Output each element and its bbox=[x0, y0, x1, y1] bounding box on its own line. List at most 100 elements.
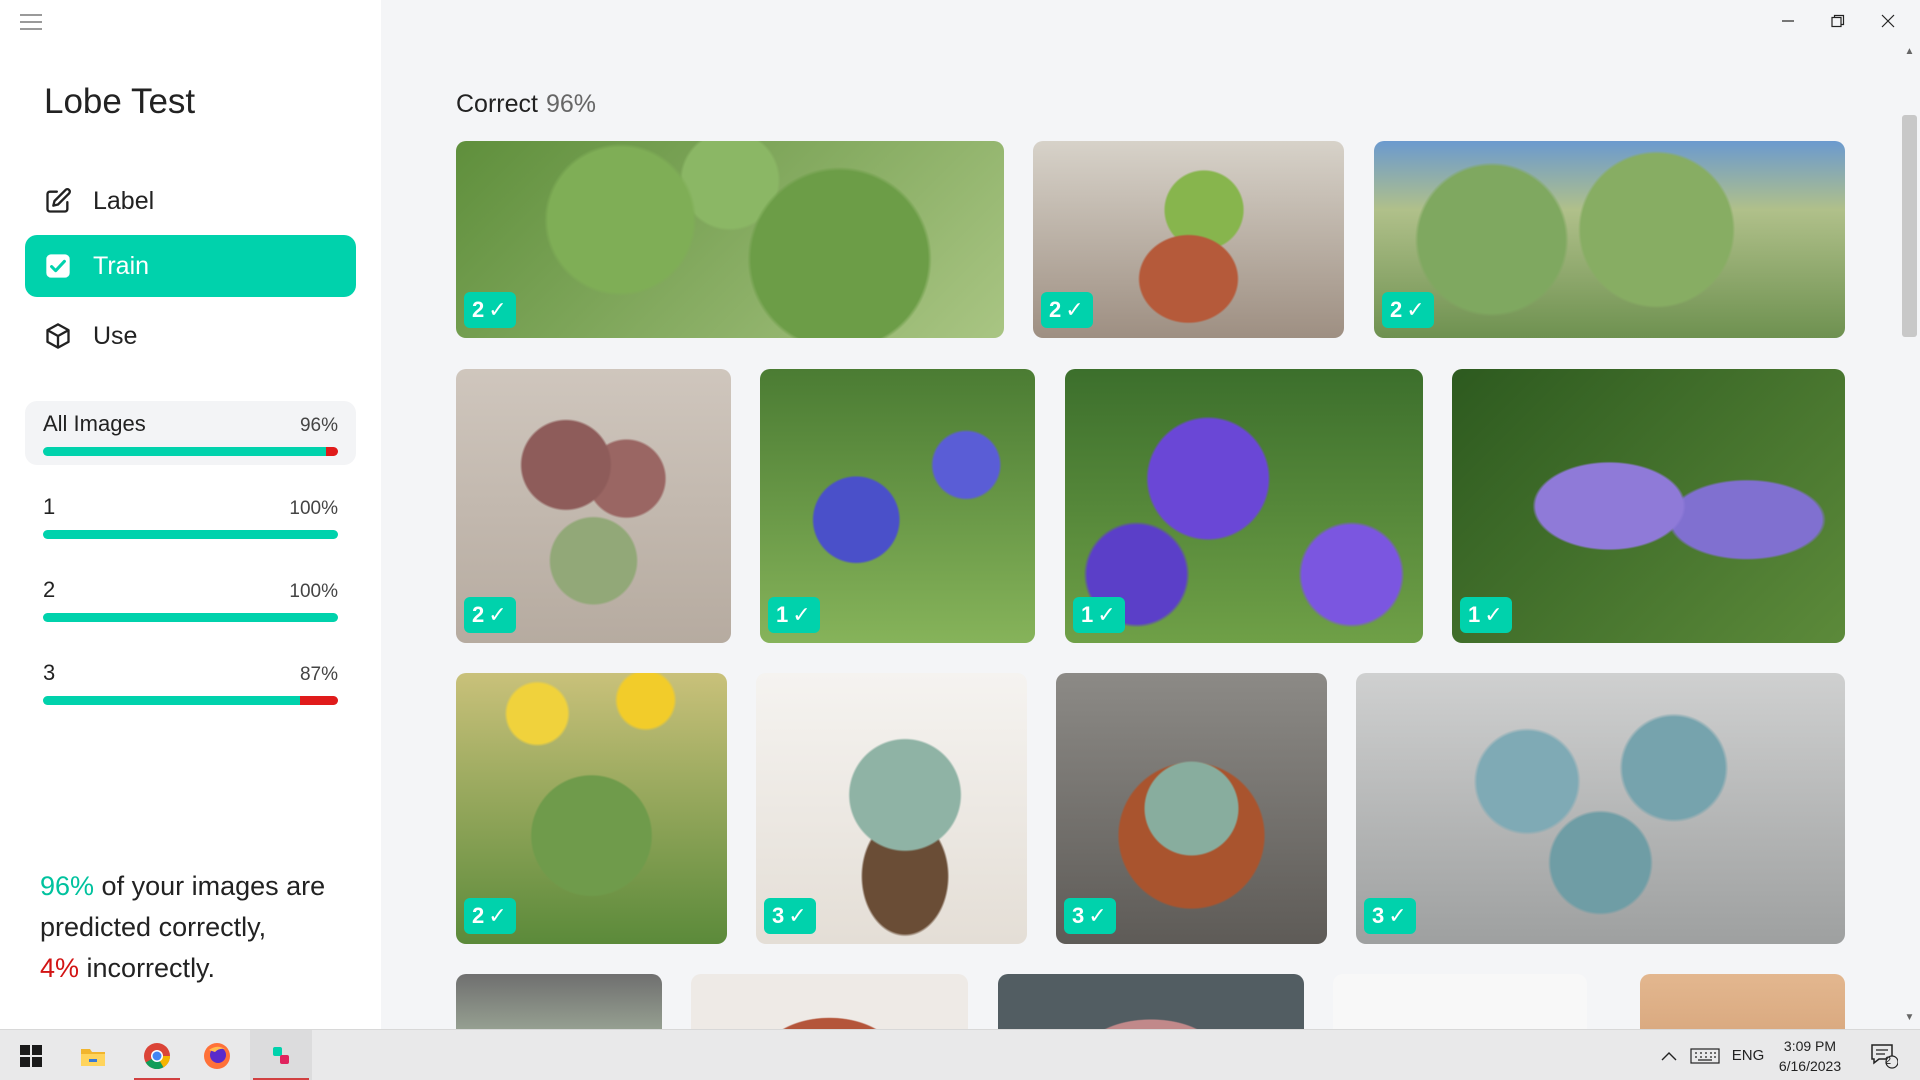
prediction-badge: 2 ✓ bbox=[464, 898, 516, 934]
image-thumbnail[interactable]: 2 ✓ bbox=[456, 673, 727, 944]
hamburger-menu-icon[interactable] bbox=[20, 14, 42, 32]
stat-percent: 100% bbox=[289, 498, 338, 519]
summary-incorrect-text: incorrectly. bbox=[79, 953, 216, 983]
nav-item-use[interactable]: Use bbox=[25, 305, 356, 367]
prediction-badge: 1 ✓ bbox=[1460, 597, 1512, 633]
accuracy-bar bbox=[43, 613, 338, 622]
image-thumbnail[interactable] bbox=[1333, 974, 1587, 1029]
main-panel: Correct 96% 2 ✓ 2 ✓ 2 ✓ 2 ✓ 1 ✓ 1 ✓ 1 ✓ 2 ✓ 3 ✓ 3 ✓… bbox=[381, 0, 1920, 1029]
edit-icon bbox=[43, 186, 73, 216]
prediction-badge: 3 ✓ bbox=[764, 898, 816, 934]
stat-name: 2 bbox=[43, 577, 56, 602]
image-thumbnail[interactable]: 1 ✓ bbox=[760, 369, 1035, 643]
accuracy-bar bbox=[43, 696, 338, 705]
nav-label: Use bbox=[93, 321, 138, 350]
prediction-badge: 2 ✓ bbox=[464, 292, 516, 328]
check-icon: ✓ bbox=[1088, 903, 1107, 928]
scroll-up-icon[interactable]: ▲ bbox=[1902, 44, 1917, 58]
nav-item-train[interactable]: Train bbox=[25, 235, 356, 297]
image-thumbnail[interactable]: 2 ✓ bbox=[456, 141, 1004, 338]
accuracy-bar bbox=[43, 530, 338, 539]
prediction-badge: 2 ✓ bbox=[1382, 292, 1434, 328]
lobe-icon[interactable] bbox=[250, 1030, 312, 1080]
notifications-icon[interactable]: 2 bbox=[1864, 1030, 1904, 1080]
check-icon: ✓ bbox=[488, 297, 507, 322]
file-explorer-icon[interactable] bbox=[70, 1030, 116, 1080]
image-thumbnail[interactable] bbox=[1640, 974, 1845, 1029]
check-icon: ✓ bbox=[488, 602, 507, 627]
badge-label: 3 bbox=[772, 903, 785, 928]
badge-label: 1 bbox=[776, 602, 789, 627]
nav-label: Train bbox=[93, 251, 150, 280]
image-thumbnail[interactable] bbox=[456, 974, 662, 1029]
correct-fill bbox=[43, 696, 300, 705]
image-thumbnail[interactable]: 2 ✓ bbox=[1374, 141, 1845, 338]
image-thumbnail[interactable]: 3 ✓ bbox=[1056, 673, 1327, 944]
prediction-badge: 3 ✓ bbox=[1064, 898, 1116, 934]
stat-percent: 100% bbox=[289, 581, 338, 602]
restore-button[interactable] bbox=[1815, 6, 1861, 36]
incorrect-percent: 4% bbox=[40, 953, 80, 983]
badge-label: 2 bbox=[472, 602, 485, 627]
correct-fill bbox=[43, 447, 327, 456]
image-thumbnail[interactable]: 2 ✓ bbox=[1033, 141, 1344, 338]
image-thumbnail[interactable]: 3 ✓ bbox=[1356, 673, 1845, 944]
accuracy-bar bbox=[43, 447, 338, 456]
image-thumbnail[interactable] bbox=[998, 974, 1304, 1029]
section-percent: 96% bbox=[545, 90, 597, 118]
clock[interactable]: 3:09 PM 6/16/2023 bbox=[1765, 1036, 1855, 1076]
correct-fill bbox=[43, 613, 338, 622]
correct-fill bbox=[43, 530, 338, 539]
firefox-icon[interactable] bbox=[194, 1030, 240, 1080]
windows-start-icon[interactable] bbox=[8, 1030, 54, 1080]
stat-label-3[interactable]: 3 87% bbox=[25, 650, 356, 705]
check-icon: ✓ bbox=[1097, 602, 1116, 627]
chevron-up-icon[interactable] bbox=[1656, 1030, 1682, 1080]
prediction-badge: 2 ✓ bbox=[1041, 292, 1093, 328]
badge-label: 1 bbox=[1081, 602, 1094, 627]
stat-percent: 87% bbox=[299, 664, 338, 685]
language-indicator[interactable]: ENG bbox=[1728, 1030, 1768, 1080]
notification-count: 2 bbox=[1885, 1055, 1892, 1067]
section-title-text: Correct bbox=[456, 90, 538, 118]
scrollbar-thumb[interactable] bbox=[1902, 115, 1917, 337]
check-square-icon bbox=[43, 251, 73, 281]
badge-label: 2 bbox=[1390, 297, 1403, 322]
image-thumbnail[interactable] bbox=[691, 974, 968, 1029]
badge-label: 1 bbox=[1468, 602, 1481, 627]
badge-label: 2 bbox=[1049, 297, 1062, 322]
badge-label: 2 bbox=[472, 903, 485, 928]
keyboard-icon[interactable] bbox=[1686, 1030, 1724, 1080]
stat-label-2[interactable]: 2 100% bbox=[25, 567, 356, 622]
nav-label: Label bbox=[93, 186, 155, 215]
check-icon: ✓ bbox=[488, 903, 507, 928]
sidebar: Lobe Test Label Train Use All Images 96%… bbox=[0, 0, 381, 1029]
close-button[interactable] bbox=[1865, 6, 1911, 36]
prediction-badge: 1 ✓ bbox=[1073, 597, 1125, 633]
section-title: Correct 96% bbox=[456, 90, 596, 119]
correct-percent: 96% bbox=[40, 871, 95, 901]
nav-item-label[interactable]: Label bbox=[25, 170, 356, 232]
stat-name: 1 bbox=[43, 494, 56, 519]
minimize-button[interactable] bbox=[1765, 6, 1811, 36]
stat-name: All Images bbox=[43, 411, 146, 436]
check-icon: ✓ bbox=[1406, 297, 1425, 322]
image-thumbnail[interactable]: 1 ✓ bbox=[1452, 369, 1845, 643]
chrome-icon[interactable] bbox=[131, 1030, 183, 1080]
image-thumbnail[interactable]: 2 ✓ bbox=[456, 369, 731, 643]
scroll-down-icon[interactable]: ▼ bbox=[1902, 1010, 1917, 1024]
badge-label: 3 bbox=[1072, 903, 1085, 928]
image-thumbnail[interactable]: 1 ✓ bbox=[1065, 369, 1423, 643]
badge-label: 3 bbox=[1372, 903, 1385, 928]
prediction-badge: 1 ✓ bbox=[768, 597, 820, 633]
stat-all-images[interactable]: All Images 96% bbox=[25, 401, 356, 465]
check-icon: ✓ bbox=[792, 602, 811, 627]
check-icon: ✓ bbox=[1484, 602, 1503, 627]
check-icon: ✓ bbox=[1388, 903, 1407, 928]
cube-icon bbox=[43, 321, 73, 351]
check-icon: ✓ bbox=[788, 903, 807, 928]
stat-label-1[interactable]: 1 100% bbox=[25, 484, 356, 539]
app-title: Lobe Test bbox=[44, 82, 196, 121]
prediction-badge: 3 ✓ bbox=[1364, 898, 1416, 934]
image-thumbnail[interactable]: 3 ✓ bbox=[756, 673, 1027, 944]
